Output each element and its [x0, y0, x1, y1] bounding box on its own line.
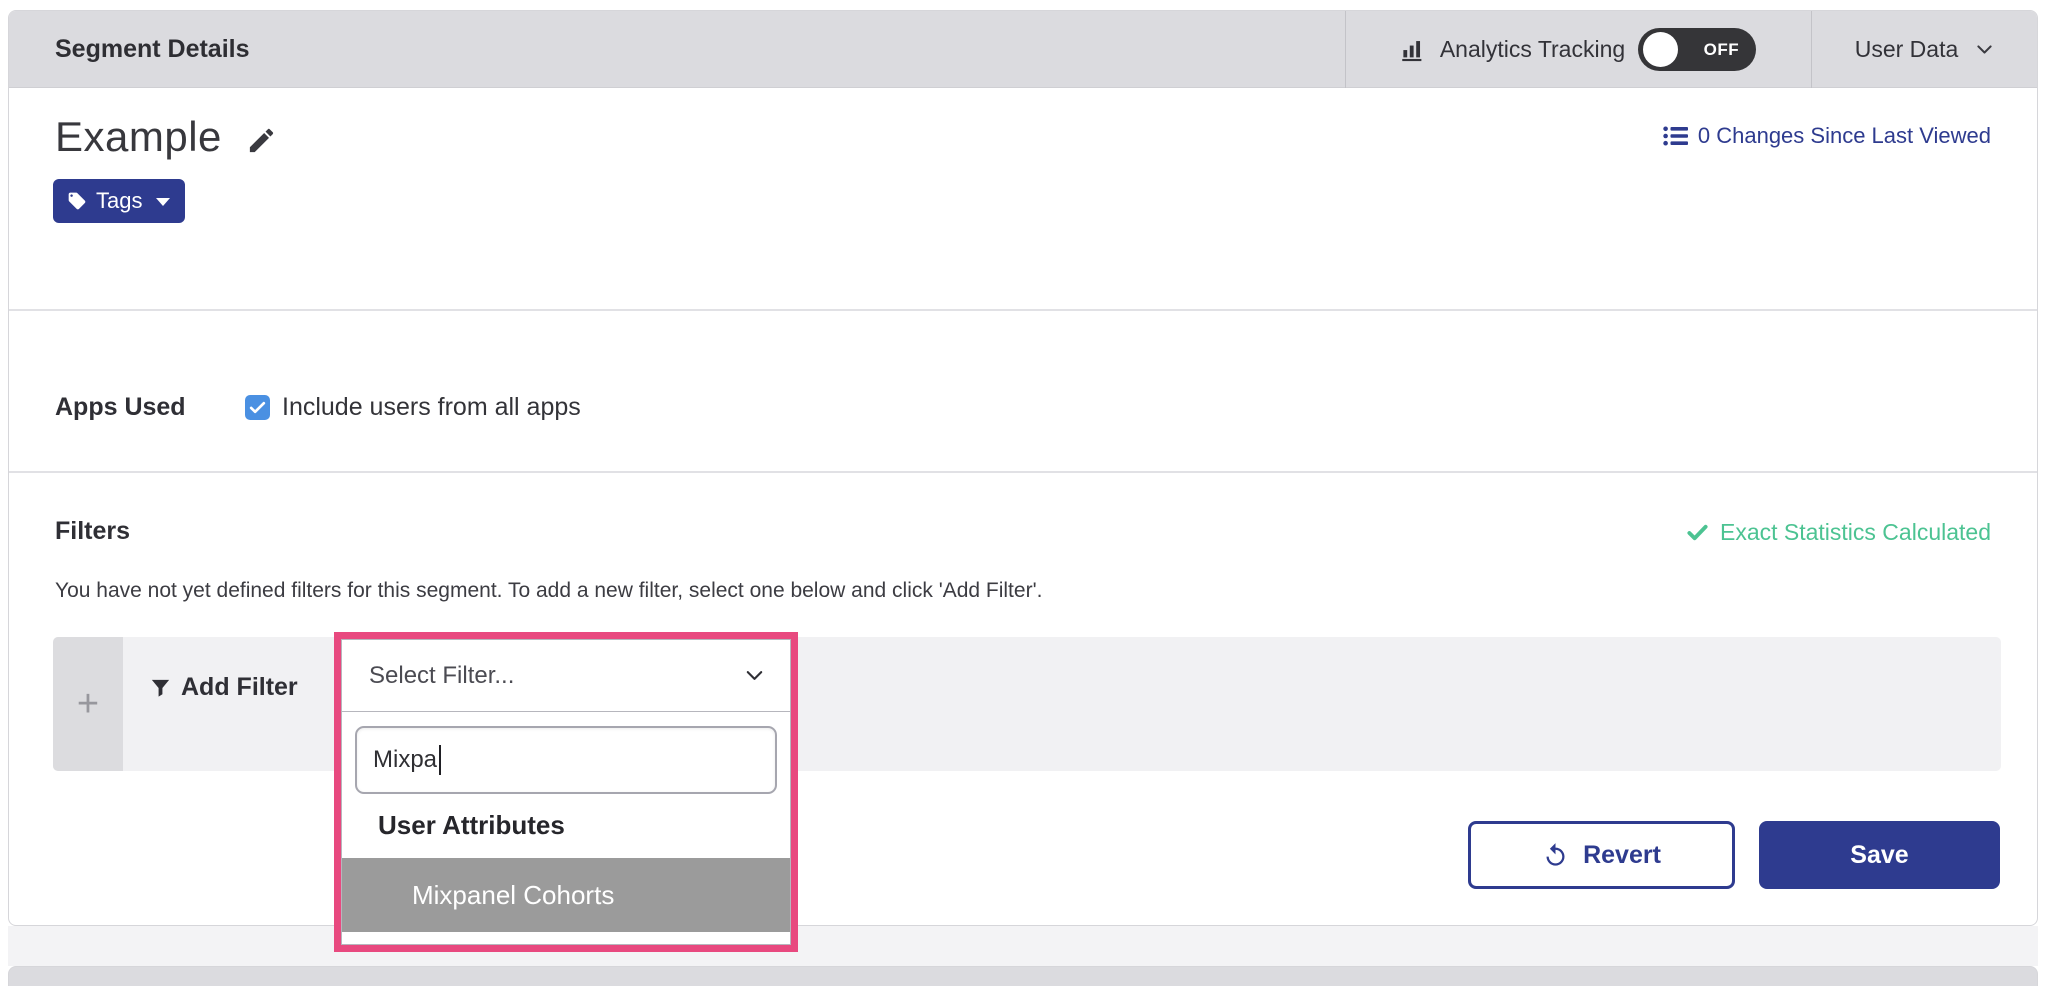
save-button[interactable]: Save: [1759, 821, 2000, 889]
section-divider: [9, 471, 2037, 473]
chevron-down-icon: [743, 664, 766, 687]
edit-pencil-icon[interactable]: [246, 125, 277, 156]
segment-details-card: Segment Details Analytics Tracking OFF U…: [8, 10, 2038, 926]
tags-button-label: Tags: [96, 188, 142, 214]
check-icon: [1686, 521, 1709, 544]
exact-statistics-label: Exact Statistics Calculated: [1720, 519, 1991, 546]
select-filter-dropdown[interactable]: Select Filter...: [342, 640, 790, 712]
section-divider: [9, 309, 2037, 311]
changes-link-label: 0 Changes Since Last Viewed: [1698, 123, 1991, 149]
exact-statistics-status: Exact Statistics Calculated: [1686, 519, 1991, 546]
checkmark-icon: [248, 398, 267, 417]
text-cursor: [439, 745, 441, 775]
analytics-tracking-toggle[interactable]: OFF: [1638, 28, 1756, 71]
toggle-state-label: OFF: [1704, 28, 1740, 71]
filter-search-value: Mixpa: [373, 746, 437, 774]
caret-down-icon: [156, 198, 170, 206]
apps-used-row: Apps Used Include users from all apps: [55, 393, 581, 422]
analytics-tracking-group: Analytics Tracking OFF: [1345, 11, 1811, 88]
plus-icon: +: [77, 683, 99, 726]
filter-dropdown-highlight: Select Filter... Mixpa User Attributes M…: [334, 632, 798, 952]
filters-empty-message: You have not yet defined filters for thi…: [55, 579, 1042, 603]
filter-dropdown-panel: Mixpa User Attributes Mixpanel Cohorts: [342, 713, 790, 944]
segment-details-page: Segment Details Analytics Tracking OFF U…: [0, 0, 2046, 986]
filter-funnel-icon: [149, 676, 172, 699]
filter-dropdown: Select Filter... Mixpa User Attributes M…: [341, 639, 791, 945]
dropdown-option-mixpanel-cohorts[interactable]: Mixpanel Cohorts: [342, 858, 790, 932]
segment-name: Example: [55, 113, 222, 161]
revert-button-label: Revert: [1583, 841, 1661, 870]
segment-name-row: Example: [55, 113, 277, 161]
dropdown-group-label: User Attributes: [378, 810, 565, 841]
tag-icon: [67, 191, 87, 211]
include-all-apps-checkbox[interactable]: [245, 395, 270, 420]
revert-button[interactable]: Revert: [1468, 821, 1735, 889]
card-header: Segment Details Analytics Tracking OFF U…: [9, 11, 2037, 88]
apps-used-label: Apps Used: [55, 393, 245, 422]
filters-heading: Filters: [55, 517, 130, 546]
page-title: Segment Details: [55, 11, 250, 88]
include-all-apps-label: Include users from all apps: [282, 393, 581, 422]
bar-chart-icon: [1400, 36, 1427, 63]
user-data-dropdown[interactable]: User Data: [1811, 11, 2039, 88]
next-section-header-bar: [8, 966, 2038, 986]
chevron-down-icon: [1974, 39, 1995, 60]
select-filter-placeholder: Select Filter...: [369, 662, 514, 690]
add-filter-label-group: Add Filter: [149, 667, 298, 707]
add-filter-label: Add Filter: [181, 673, 298, 702]
user-data-label: User Data: [1855, 36, 1959, 63]
revert-undo-icon: [1542, 842, 1569, 869]
tags-button[interactable]: Tags: [53, 179, 185, 223]
toggle-knob: [1643, 32, 1678, 67]
add-filter-plus-button[interactable]: +: [53, 637, 123, 771]
analytics-tracking-label: Analytics Tracking: [1440, 36, 1625, 63]
filter-search-input[interactable]: Mixpa: [355, 726, 777, 794]
page-background-strip: [8, 926, 2038, 966]
changes-since-last-viewed-link[interactable]: 0 Changes Since Last Viewed: [1663, 123, 1991, 149]
change-list-icon: [1663, 126, 1688, 146]
